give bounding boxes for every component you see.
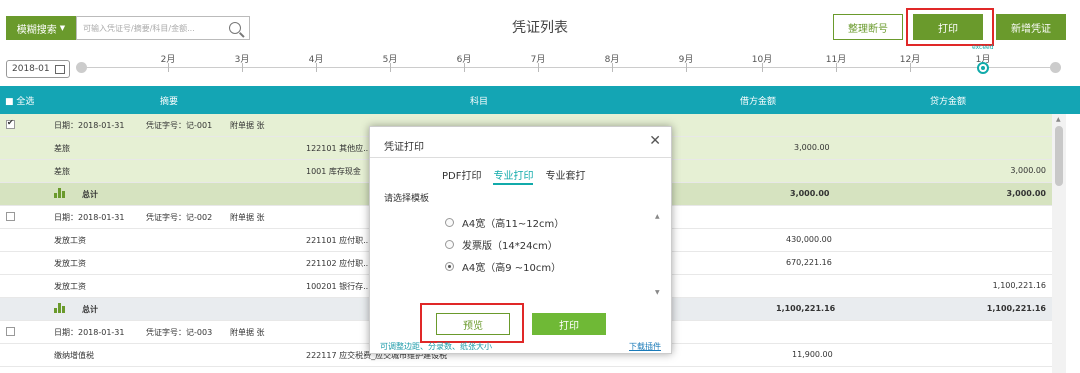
scrollbar-thumb[interactable] (1055, 126, 1063, 186)
toolbar: 模糊搜索 ▼ 可输入凭证号/摘要/科目/金额... 凭证列表 整理断号 打印 新… (0, 0, 1080, 52)
dialog-title: 凭证打印 (384, 142, 424, 153)
scroll-up-arrow-icon[interactable]: ▲ (1056, 116, 1061, 123)
row-account: 100201 银行存... (306, 282, 371, 291)
row-debit: 430,000.00 (786, 235, 832, 244)
row-debit: 670,221.16 (786, 258, 832, 267)
voucher-checkbox[interactable] (6, 118, 15, 129)
row-debit: 11,900.00 (792, 350, 833, 359)
active-month-badge: exceed (972, 44, 994, 51)
voucher-checkbox[interactable] (6, 212, 15, 221)
voucher-date: 日期：2018-01-31 (54, 121, 125, 130)
reorder-numbers-button[interactable]: 整理断号 (833, 14, 903, 40)
close-icon[interactable]: ✕ (649, 133, 661, 149)
download-plugin-link[interactable]: 下载插件 (629, 341, 661, 352)
row-account: 221101 应付职... (306, 236, 371, 245)
row-summary: 缴纳增值税 (54, 351, 94, 360)
tab-pdf-print[interactable]: PDF打印 (442, 167, 481, 185)
print-mode-tabs: PDF打印 专业打印 专业套打 (442, 167, 585, 185)
voucher-number: 凭证字号：记-002 (146, 213, 213, 222)
template-label: 请选择模板 (384, 194, 430, 204)
row-summary: 发放工资 (54, 282, 86, 291)
radio-button[interactable] (445, 240, 454, 249)
table-scrollbar[interactable]: ▲ (1052, 114, 1066, 373)
tab-professional-overlay[interactable]: 专业套打 (545, 167, 585, 185)
voucher-attachments: 附单据 张 (230, 328, 265, 337)
tab-professional-print[interactable]: 专业打印 (493, 167, 534, 185)
row-credit: 3,000.00 (1010, 166, 1046, 175)
bar-chart-icon (54, 188, 66, 198)
row-summary: 发放工资 (54, 259, 86, 268)
month-tick (612, 63, 613, 72)
total-label: 总计 (82, 190, 98, 199)
total-debit: 3,000.00 (790, 189, 830, 198)
template-scrollbar[interactable]: ▲ ▼ (654, 209, 664, 301)
new-voucher-button[interactable]: 新增凭证 (996, 14, 1066, 40)
header-debit: 借方金额 (740, 97, 777, 107)
row-summary: 差旅 (54, 167, 70, 176)
template-option-label: A4宽（高11~12cm） (462, 219, 565, 230)
voucher-attachments: 附单据 张 (230, 213, 265, 222)
total-credit: 3,000.00 (1006, 189, 1046, 198)
year-month-value: 2018-01 (12, 64, 50, 74)
month-tick (390, 63, 391, 72)
month-tick (538, 63, 539, 72)
month-timeline: 2018-01 2月 3月 4月 5月 6月 7月 8月 9月 10月 11月 … (0, 44, 1080, 84)
total-credit: 1,100,221.16 (986, 304, 1046, 313)
month-tick (316, 63, 317, 72)
voucher-date: 日期：2018-01-31 (54, 328, 125, 337)
total-debit: 1,100,221.16 (776, 304, 836, 313)
row-account: 1001 库存现金 (306, 167, 361, 176)
row-account: 221102 应付职... (306, 259, 371, 268)
settings-hint-link[interactable]: 可调整边距、分录数、纸张大小 (380, 341, 492, 352)
year-month-picker[interactable]: 2018-01 (6, 60, 70, 78)
table-header: ■ 全选 摘要 科目 借方金额 贷方金额 (0, 86, 1080, 114)
row-debit: 3,000.00 (794, 143, 830, 152)
scroll-down-arrow-icon[interactable]: ▼ (655, 289, 660, 296)
template-option[interactable]: A4宽（高9 ~10cm） (445, 259, 561, 274)
preview-button-highlight (420, 303, 524, 343)
select-all-label: 全选 (16, 97, 35, 107)
dialog-divider (370, 157, 671, 158)
month-tick (464, 63, 465, 72)
radio-button-selected[interactable] (445, 262, 454, 271)
template-option[interactable]: 发票版（14*24cm） (445, 237, 558, 252)
bar-chart-icon (54, 303, 66, 313)
dialog-print-button[interactable]: 打印 (532, 313, 606, 335)
print-dialog: 凭证打印 ✕ PDF打印 专业打印 专业套打 请选择模板 A4宽（高11~12c… (369, 126, 672, 354)
month-tick (686, 63, 687, 72)
month-tick (168, 63, 169, 72)
row-summary: 发放工资 (54, 236, 86, 245)
row-account: 122101 其他应... (306, 144, 371, 153)
print-button-highlight (906, 8, 994, 46)
month-tick (910, 63, 911, 72)
month-tick (242, 63, 243, 72)
scroll-up-arrow-icon[interactable]: ▲ (655, 213, 660, 220)
template-option[interactable]: A4宽（高11~12cm） (445, 215, 564, 230)
voucher-number: 凭证字号：记-001 (146, 121, 213, 130)
month-tick (762, 63, 763, 72)
timeline-end-dot (1050, 62, 1061, 73)
select-all-checkbox[interactable]: ■ 全选 (5, 94, 34, 107)
total-label: 总计 (82, 305, 98, 314)
row-credit: 1,100,221.16 (992, 281, 1046, 290)
voucher-checkbox[interactable] (6, 327, 15, 336)
row-summary: 差旅 (54, 144, 70, 153)
voucher-date: 日期：2018-01-31 (54, 213, 125, 222)
template-option-label: 发票版（14*24cm） (462, 241, 558, 252)
calendar-icon (55, 65, 65, 74)
month-tick (836, 63, 837, 72)
header-account: 科目 (470, 97, 489, 107)
header-credit: 贷方金额 (930, 97, 967, 107)
template-option-label: A4宽（高9 ~10cm） (462, 263, 562, 274)
active-month-marker[interactable] (977, 62, 989, 74)
voucher-number: 凭证字号：记-003 (146, 328, 213, 337)
header-summary: 摘要 (160, 97, 179, 107)
template-list: A4宽（高11~12cm） 发票版（14*24cm） A4宽（高9 ~10cm）… (442, 209, 666, 301)
voucher-attachments: 附单据 张 (230, 121, 265, 130)
radio-button[interactable] (445, 218, 454, 227)
timeline-start-dot (76, 62, 87, 73)
